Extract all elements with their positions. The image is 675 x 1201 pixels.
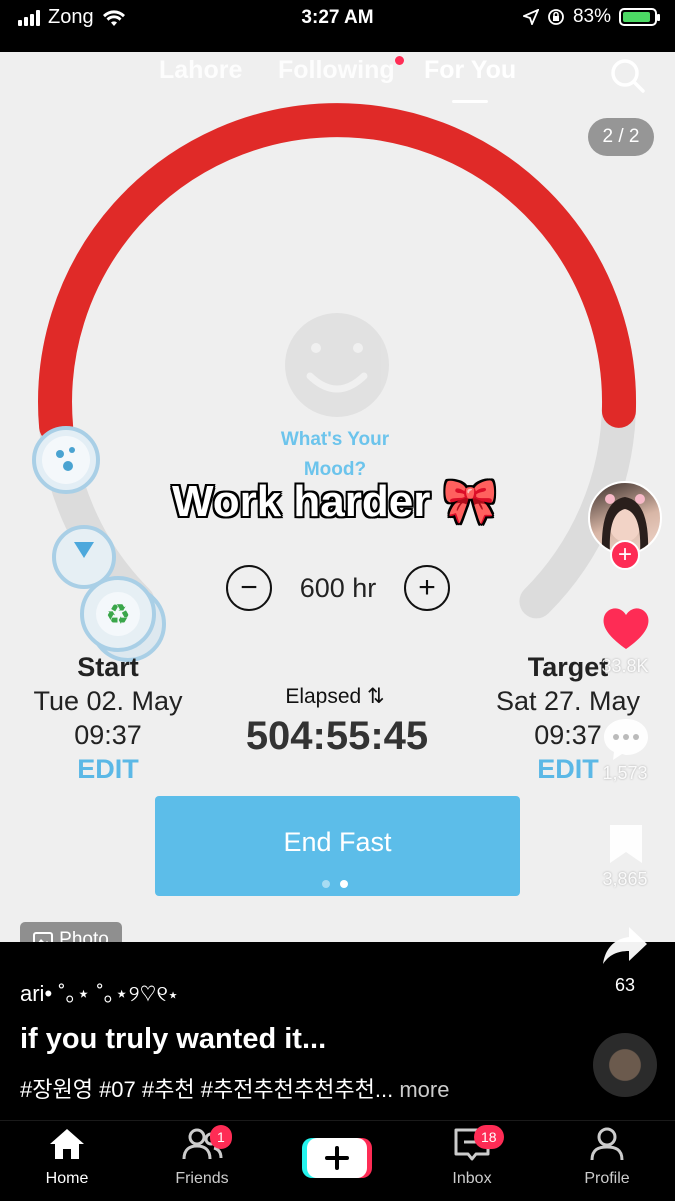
home-icon: [50, 1129, 84, 1159]
following-notification-dot: [395, 56, 404, 65]
inbox-badge: 18: [474, 1125, 504, 1149]
search-icon[interactable]: [610, 58, 646, 94]
duration-value: 600 hr: [299, 572, 377, 603]
photo-badge: Photo: [20, 922, 122, 942]
share-count: 63: [614, 975, 636, 995]
nav-profile-label: Profile: [584, 1170, 630, 1187]
image-icon: [33, 932, 54, 942]
nav-friends[interactable]: Friends: [152, 1127, 252, 1188]
increase-duration-button[interactable]: +: [404, 565, 450, 611]
feed-tabs: Lahore Following For You: [0, 56, 675, 103]
post-caption[interactable]: if you truly wanted it...: [20, 1023, 326, 1056]
creator-username[interactable]: ari• ˚｡⋆ ˚｡⋆୨♡୧⋆: [20, 976, 178, 1008]
save-count: 3,865: [602, 869, 648, 889]
battery-percent: 83%: [572, 6, 611, 27]
overlay-caption: Work harder 🎀: [172, 477, 498, 526]
bottom-nav: Home Friends 1 Inbox 18 Profile: [0, 1120, 675, 1201]
status-bar: Zong 3:27 AM 83%: [0, 0, 675, 52]
start-column: Start Tue 02. May 09:37 EDIT: [18, 652, 198, 785]
start-time: 09:37: [74, 720, 142, 750]
tab-for-you[interactable]: For You: [424, 56, 516, 85]
tab-lahore[interactable]: Lahore: [159, 56, 242, 85]
duration-stepper: − 600 hr +: [226, 562, 450, 614]
achievement-badges: ♻: [32, 426, 166, 662]
orientation-lock-icon: [548, 9, 564, 25]
bookmark-icon[interactable]: [607, 822, 645, 866]
photo-badge-label: Photo: [59, 929, 109, 942]
nav-friends-label: Friends: [175, 1170, 229, 1187]
share-arrow-icon[interactable]: [601, 924, 649, 968]
nav-home[interactable]: Home: [17, 1127, 117, 1188]
more-link[interactable]: more: [399, 1077, 449, 1102]
battery-icon: [619, 8, 660, 26]
like-count: 33.8K: [601, 656, 649, 676]
nav-inbox[interactable]: Inbox: [422, 1127, 522, 1188]
follow-button[interactable]: +: [610, 540, 640, 570]
active-tab-indicator: [452, 100, 488, 103]
post-hashtags[interactable]: #장원영 #07 #추천 #추전추천추천추천... more: [20, 1072, 449, 1104]
like-heart-icon[interactable]: [601, 605, 651, 651]
mood-smiley-icon: [285, 313, 389, 417]
start-date: Tue 02. May: [33, 686, 183, 716]
music-disc[interactable]: [593, 1033, 657, 1097]
carousel-dots: [322, 880, 348, 888]
photo-counter: 2 / 2: [588, 118, 654, 156]
profile-icon: [590, 1127, 624, 1161]
friends-badge: 1: [210, 1125, 232, 1149]
elapsed-value: 504:55:45: [245, 714, 429, 758]
elapsed-label[interactable]: Elapsed ⇅: [240, 684, 430, 709]
target-date: Sat 27. May: [495, 686, 641, 716]
hashtags-text[interactable]: #장원영 #07 #추천 #추전추천추천추천...: [20, 1077, 393, 1102]
create-post-button[interactable]: [302, 1136, 372, 1180]
tab-following[interactable]: Following: [278, 56, 395, 85]
start-heading: Start: [77, 652, 139, 682]
comment-icon[interactable]: [601, 716, 651, 762]
comment-count: 1,573: [602, 763, 648, 783]
nav-home-label: Home: [45, 1170, 89, 1187]
photo-post[interactable]: ♻ 2 / 2 What's Your Mood? − 600 hr + Sta…: [0, 52, 675, 942]
decrease-duration-button[interactable]: −: [226, 565, 272, 611]
svg-text:♻: ♻: [105, 598, 130, 631]
nav-inbox-label: Inbox: [452, 1170, 492, 1187]
nav-profile[interactable]: Profile: [557, 1127, 657, 1188]
edit-start-button[interactable]: EDIT: [18, 754, 198, 785]
location-icon: [522, 9, 539, 25]
